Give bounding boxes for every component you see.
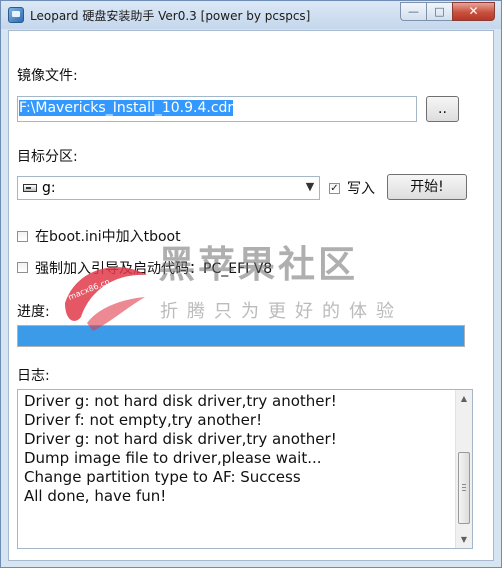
log-line: Driver f: not empty,try another!	[24, 411, 263, 429]
close-button[interactable]: ✕	[452, 2, 495, 21]
scroll-down-icon[interactable]: ▼	[456, 531, 472, 548]
write-label: 写入	[347, 181, 375, 197]
app-icon	[8, 7, 24, 23]
log-label: 日志:	[17, 368, 50, 384]
log-line: Driver g: not hard disk driver,try anoth…	[24, 430, 337, 448]
write-checkbox[interactable]: ✓	[329, 183, 340, 194]
log-line: Change partition type to AF: Success	[24, 468, 301, 486]
title-bar[interactable]: Leopard 硬盘安装助手 Ver0.3 [power by pcspcs] …	[1, 1, 501, 29]
force-boot-checkbox[interactable]	[17, 262, 28, 273]
window-title: Leopard 硬盘安装助手 Ver0.3 [power by pcspcs]	[30, 9, 311, 23]
progress-bar	[17, 325, 465, 347]
caption-buttons: — □ ✕	[400, 2, 495, 22]
maximize-button[interactable]: □	[426, 2, 452, 21]
progress-fill	[18, 326, 464, 346]
partition-selected: g:	[42, 180, 56, 196]
force-boot-label: 强制加入引导及启动代码：PC_EFI V8	[35, 261, 273, 277]
image-file-input[interactable]: F:\Mavericks_Install_10.9.4.cdr	[17, 96, 417, 122]
start-button[interactable]: 开始!	[387, 174, 467, 200]
log-line: Driver g: not hard disk driver,try anoth…	[24, 392, 337, 410]
browse-button[interactable]: ..	[426, 96, 459, 122]
partition-select[interactable]: g: ▼	[17, 176, 320, 200]
scroll-thumb[interactable]	[458, 452, 470, 524]
log-lines: Driver g: not hard disk driver,try anoth…	[24, 392, 452, 506]
drive-icon	[23, 184, 37, 192]
chevron-down-icon[interactable]: ▼	[303, 179, 317, 195]
minimize-button[interactable]: —	[400, 2, 426, 21]
boot-ini-checkbox[interactable]	[17, 231, 28, 242]
log-scrollbar[interactable]: ▲ ▼	[455, 390, 472, 548]
log-line: All done, have fun!	[24, 487, 167, 505]
boot-ini-label: 在boot.ini中加入tboot	[35, 229, 181, 245]
app-window: Leopard 硬盘安装助手 Ver0.3 [power by pcspcs] …	[0, 0, 502, 568]
log-line: Dump image file to driver,please wait...	[24, 449, 322, 467]
image-file-path: F:\Mavericks_Install_10.9.4.cdr	[19, 100, 234, 116]
image-file-label: 镜像文件:	[17, 68, 78, 84]
log-box[interactable]: Driver g: not hard disk driver,try anoth…	[17, 389, 473, 549]
scroll-up-icon[interactable]: ▲	[456, 390, 472, 407]
target-partition-label: 目标分区:	[17, 149, 78, 165]
client-area: 镜像文件: F:\Mavericks_Install_10.9.4.cdr ..…	[8, 30, 494, 561]
progress-label: 进度:	[17, 304, 50, 320]
